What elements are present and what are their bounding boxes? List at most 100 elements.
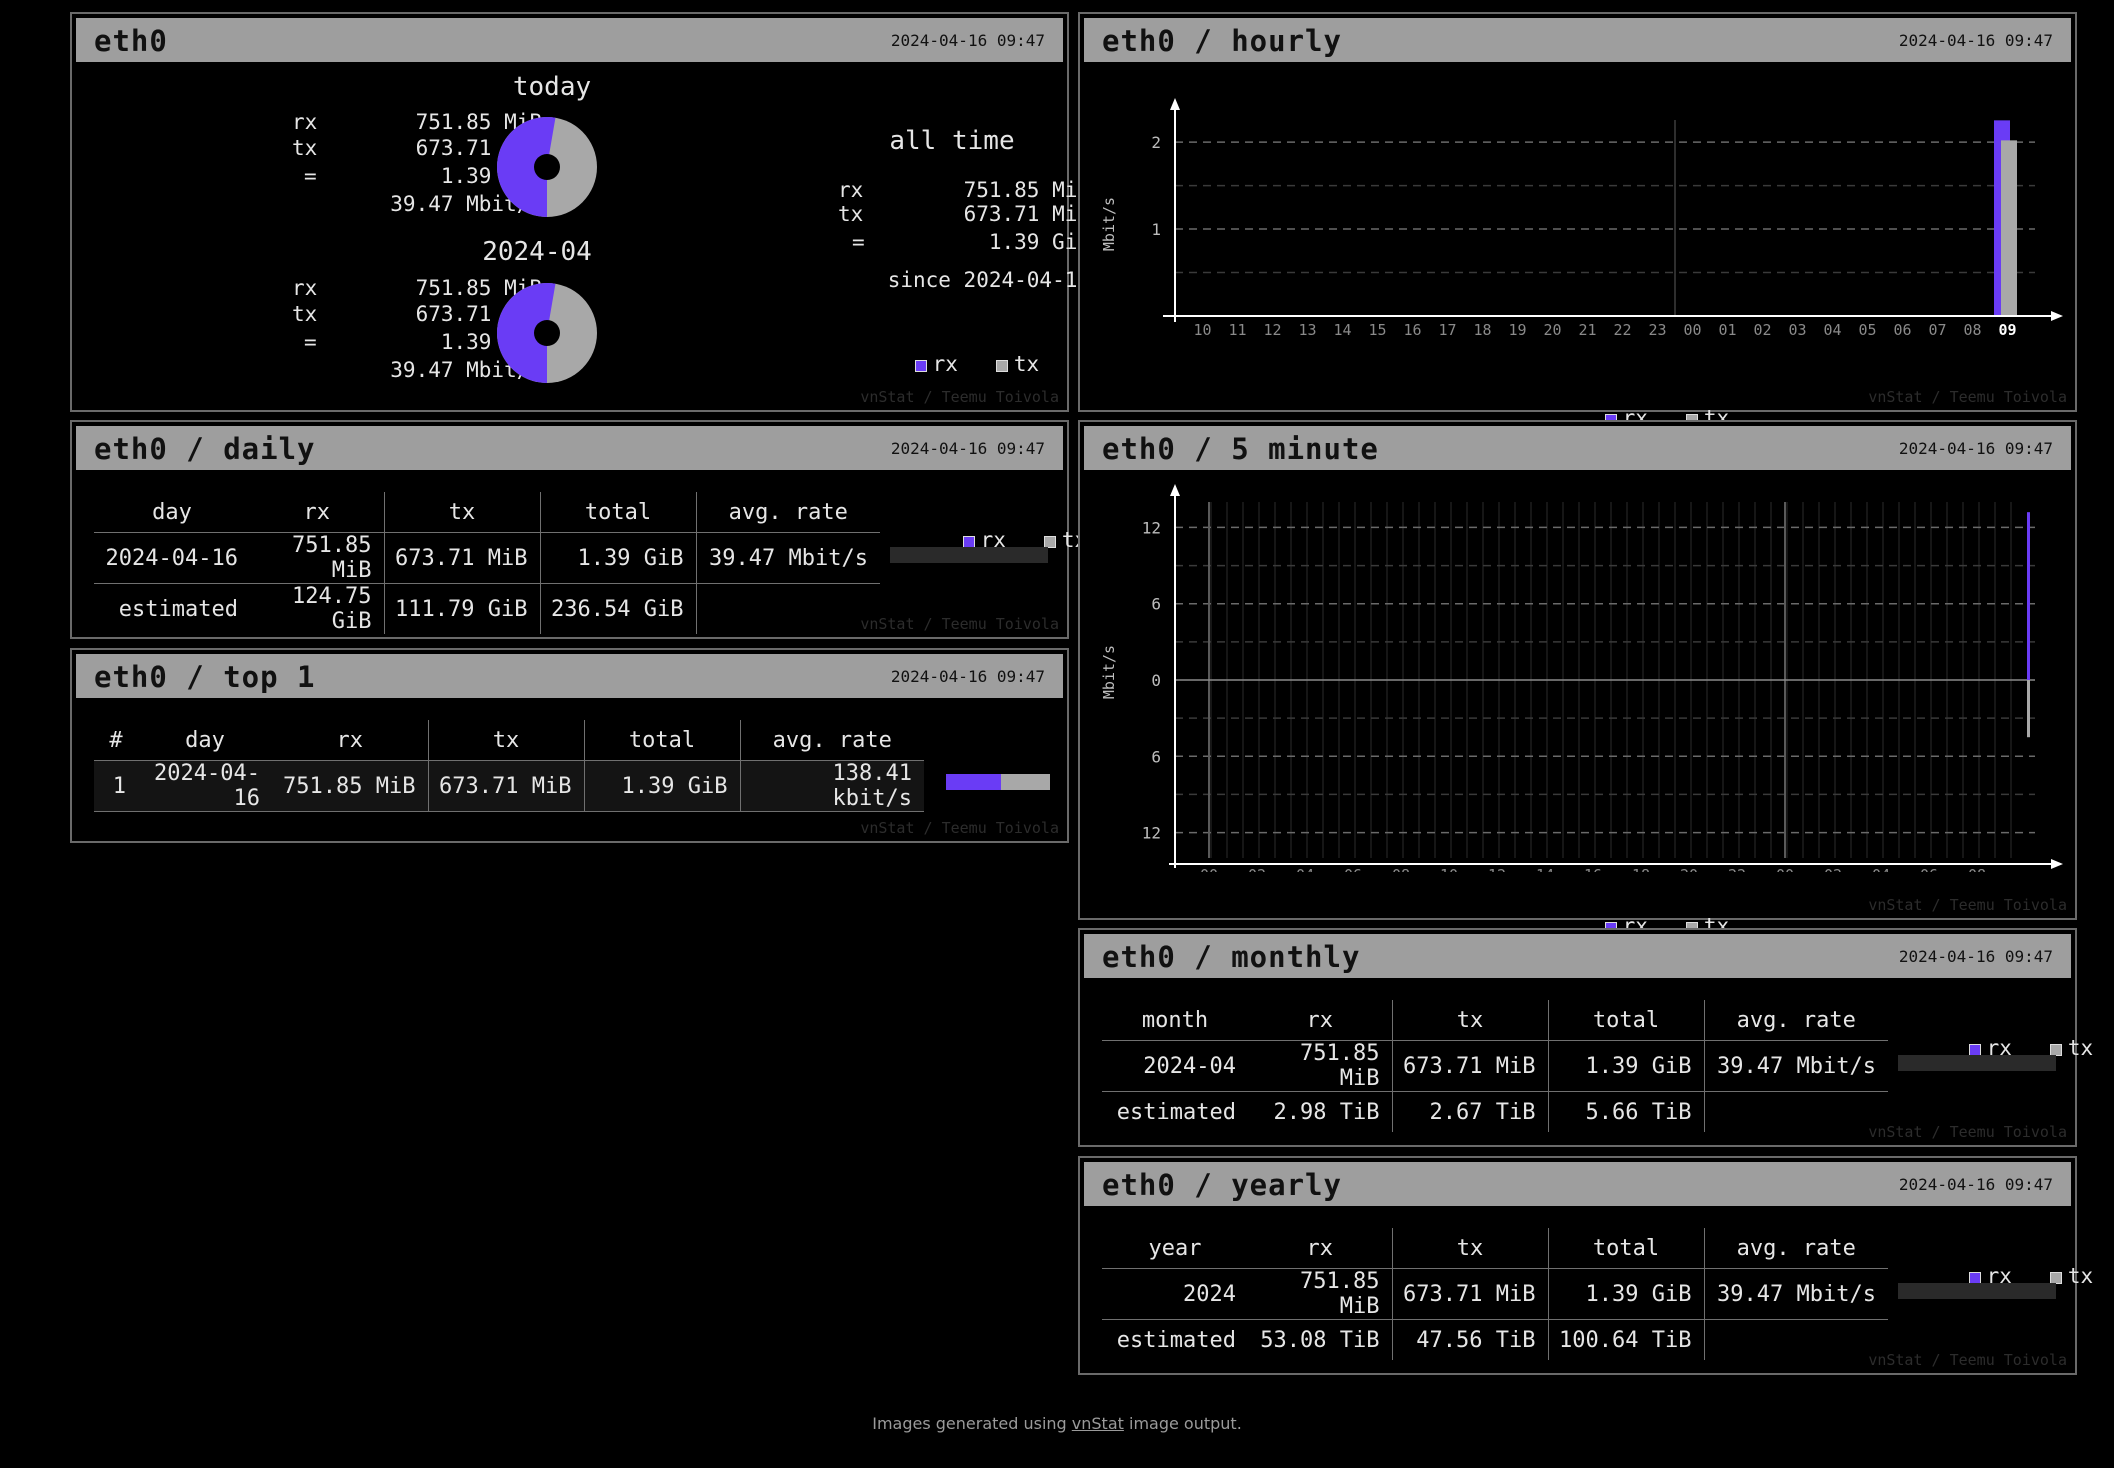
cell-rate: 39.47 Mbit/s (1703, 1268, 1888, 1320)
cell-tx: 673.71 MiB (1391, 1268, 1548, 1320)
cell-estimated-rate (1703, 1091, 1888, 1132)
monthly-legend: rx tx (1918, 1012, 2093, 1084)
tx-bar (2001, 140, 2017, 316)
cell-estimated-tx: 111.79 GiB (383, 583, 540, 634)
x-tick-label: 06 (1893, 321, 1911, 339)
hourly-chart: Mbit/s 1210 11 12 13 14 15 16 17 18 19 20 21 22 23 00 01… (1100, 98, 2063, 339)
x-axis-arrow (2051, 859, 2063, 869)
col-year: year (1148, 1235, 1202, 1261)
today-pie-chart (496, 116, 597, 217)
col-total: total (1547, 1228, 1704, 1269)
col-tx: tx (383, 492, 540, 533)
today-tx-label: tx (292, 136, 318, 160)
daily-table: day rx tx total avg. rate 2024-04-16 751… (94, 492, 880, 634)
month-pie-chart (496, 283, 597, 383)
monthly-traffic-bar (1898, 1055, 2056, 1071)
credit: vnStat / Teemu Toivola (1868, 1123, 2067, 1141)
credit: vnStat / Teemu Toivola (860, 819, 1059, 837)
cell-total: 1.39 GiB (1547, 1040, 1704, 1092)
today-rx-label: rx (292, 110, 318, 134)
cell-total: 1.39 GiB (539, 532, 696, 584)
col-tx: tx (427, 720, 584, 761)
x-tick-label: 20 (1543, 321, 1561, 339)
top-panel: eth0 / top 1 2024-04-16 09:47 # day rx t… (70, 648, 1069, 843)
alltime-tx-label: tx (838, 202, 864, 226)
fiveminute-panel: eth0 / 5 minute 2024-04-16 09:47 Mbit/s 6… (1078, 420, 2077, 938)
panel-title: eth0 / hourly (1102, 24, 1342, 58)
cell-tx: 673.71 MiB (1391, 1040, 1548, 1092)
cell-rate: 39.47 Mbit/s (1703, 1040, 1888, 1092)
x-tick-label: 10 (1440, 866, 1458, 872)
x-tick-label: 17 (1438, 321, 1456, 339)
x-tick-label: 02 (1753, 321, 1771, 339)
panel-date: 2024-04-16 09:47 (890, 439, 1045, 458)
col-rate: avg. rate (739, 720, 924, 761)
table-row: 1 2024-04-16 751.85 MiB 673.71 MiB 1.39 … (94, 760, 924, 812)
cell-tx: 673.71 MiB (383, 532, 540, 584)
month-rx-label: rx (292, 276, 318, 300)
credit: vnStat / Teemu Toivola (1868, 896, 2067, 914)
panel-title: eth0 / 5 minute (1102, 432, 1379, 466)
col-rx: rx (303, 499, 331, 525)
panel-header: eth0 / yearly 2024-04-16 09:47 (1084, 1162, 2071, 1206)
x-tick-label: 09 (1998, 321, 2016, 339)
rx-swatch (914, 360, 927, 372)
month-eq-label: = (304, 330, 317, 354)
x-tick-label: 16 (1403, 321, 1421, 339)
legend-rx: rx (932, 352, 958, 376)
x-tick-label: 04 (1872, 866, 1890, 872)
col-rate: avg. rate (1703, 1000, 1888, 1041)
fiveminute-chart: Mbit/s6126120000204060810121416182022000… (1100, 484, 2063, 872)
y-tick-label: 12 (1142, 824, 1161, 843)
cell-estimated-rx: 124.75 GiB (292, 584, 372, 634)
y-tick-label: 2 (1151, 133, 1161, 152)
panel-header: eth0 / daily 2024-04-16 09:47 (76, 426, 1063, 470)
col-day: day (185, 727, 225, 753)
hourly-panel: eth0 / hourly 2024-04-16 09:47 Mbit/s 1 2 1… (1078, 12, 2077, 430)
x-tick-label: 08 (1392, 866, 1410, 872)
col-rank: # (109, 727, 123, 753)
cell-rank: 1 (94, 760, 138, 812)
today-heading: today (512, 72, 592, 102)
cell-total: 1.39 GiB (583, 760, 740, 812)
y-axis-label: Mbit/s (1100, 197, 1118, 251)
monthly-panel: eth0 / monthly 2024-04-16 09:47 month rx… (1078, 928, 2093, 1147)
col-total: total (1547, 1000, 1704, 1041)
footer-prefix: Images generated using (872, 1414, 1072, 1433)
page-footer: Images generated using vnStat image outp… (0, 1414, 2114, 1433)
panel-title: eth0 / yearly (1102, 1168, 1342, 1202)
footer-suffix: image output. (1123, 1414, 1242, 1433)
panel-title: eth0 / monthly (1102, 940, 1361, 974)
panel-date: 2024-04-16 09:47 (1898, 31, 2053, 50)
estimated-row: estimated 2.98 TiB 2.67 TiB 5.66 TiB (1102, 1091, 1888, 1132)
alltime-total-value: 1.39 GiB (988, 230, 1090, 254)
x-tick-label: 20 (1680, 866, 1698, 872)
y-tick-label: 0 (1151, 671, 1161, 690)
x-tick-label: 05 (1858, 321, 1876, 339)
top-table: # day rx tx total avg. rate 1 2024-04-16… (94, 720, 924, 812)
panel-header: eth0 / 5 minute 2024-04-16 09:47 (1084, 426, 2071, 470)
yearly-panel: eth0 / yearly 2024-04-16 09:47 year rx t… (1078, 1156, 2093, 1375)
yearly-table: year rx tx total avg. rate 2024 751.85 M… (1102, 1228, 1888, 1360)
tx-swatch (995, 360, 1008, 372)
x-tick-label: 11 (1228, 321, 1246, 339)
y-tick-label: 6 (1151, 747, 1161, 766)
cell-estimated-label: estimated (118, 596, 238, 622)
panel-date: 2024-04-16 09:47 (890, 31, 1045, 50)
legend-tx: tx (2067, 1036, 2094, 1060)
col-rx: rx (1306, 1007, 1334, 1033)
cell-day: 2024-04-16 (94, 532, 250, 584)
table-row: 2024-04 751.85 MiB 673.71 MiB 1.39 GiB 3… (1102, 1040, 1888, 1092)
x-tick-label: 14 (1536, 866, 1554, 872)
x-tick-label: 03 (1788, 321, 1806, 339)
credit: vnStat / Teemu Toivola (860, 388, 1059, 406)
x-tick-label: 22 (1728, 866, 1746, 872)
cell-total: 1.39 GiB (1547, 1268, 1704, 1320)
table-row: 2024-04-16 751.85 MiB 673.71 MiB 1.39 Gi… (94, 532, 880, 584)
vnstat-link[interactable]: vnStat (1072, 1414, 1124, 1433)
cell-rx: 751.85 MiB (250, 532, 384, 584)
daily-panel: eth0 / daily 2024-04-16 09:47 day rx tx … (70, 420, 1087, 639)
alltime-since: since 2024-04-16 (887, 268, 1090, 292)
cell-year: 2024 (1102, 1268, 1248, 1320)
panel-date: 2024-04-16 09:47 (1898, 947, 2053, 966)
